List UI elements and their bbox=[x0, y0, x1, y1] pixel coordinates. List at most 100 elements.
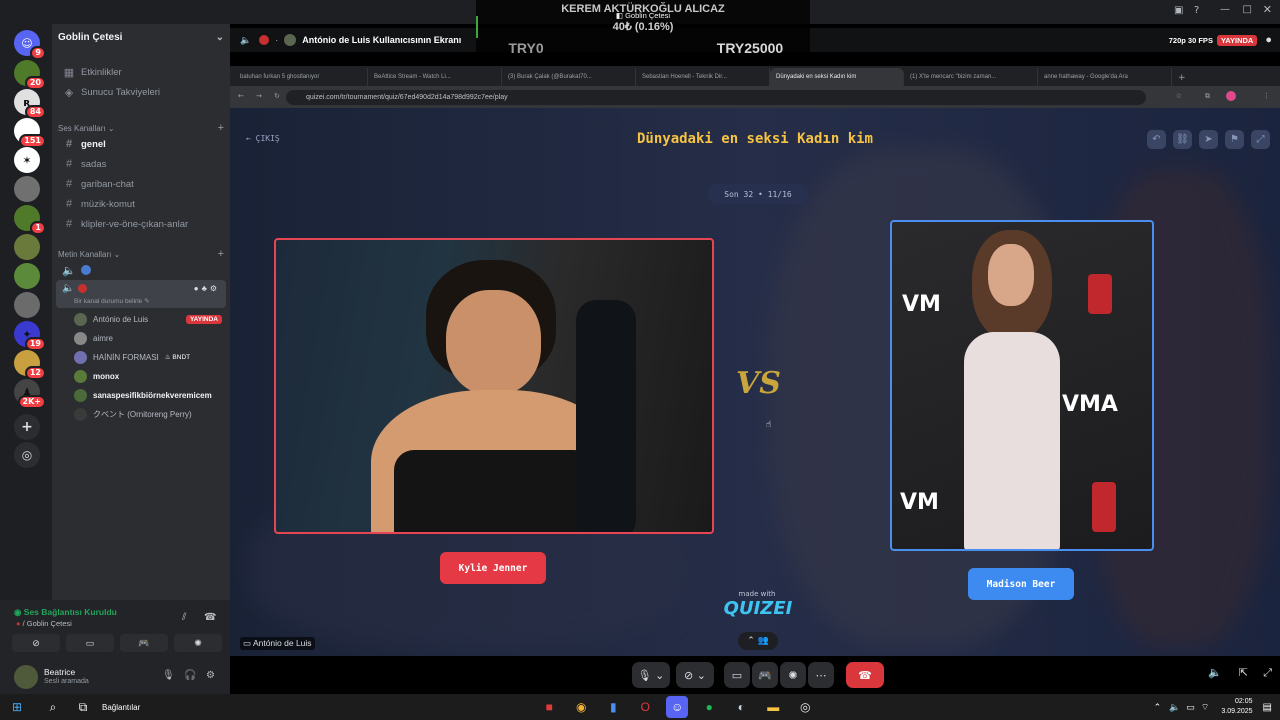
chrome-icon[interactable]: ◉ bbox=[570, 696, 592, 718]
connection-location[interactable]: ● / Goblin Çetesi bbox=[16, 619, 72, 628]
extensions-icon[interactable]: ⧉ bbox=[1205, 92, 1210, 101]
more-options-button[interactable]: ⋯ bbox=[808, 662, 834, 688]
text-category[interactable]: Metin Kanalları ⌄ + bbox=[58, 248, 224, 260]
add-channel-icon[interactable]: + bbox=[218, 122, 224, 134]
voice-user[interactable]: aimre bbox=[74, 329, 222, 347]
channel-muzik-komut[interactable]: # müzik-komut bbox=[58, 194, 224, 214]
browser-tab[interactable]: anne hathaway - Google'da Ara bbox=[1038, 68, 1172, 86]
server-icon[interactable]: 12 bbox=[14, 350, 46, 380]
voice-user[interactable]: António de Luis YAYINDA bbox=[74, 310, 222, 328]
volume-icon[interactable]: 🔈 bbox=[1208, 666, 1222, 679]
disconnect-icon[interactable]: ☎ bbox=[204, 612, 216, 623]
participants-toggle[interactable]: ⌃ 👥 bbox=[738, 632, 778, 650]
inbox-icon[interactable]: ▣ bbox=[1174, 5, 1188, 19]
explore-icon[interactable]: ◎ bbox=[14, 442, 40, 468]
menu-icon[interactable]: ⋮ bbox=[1263, 92, 1270, 100]
channel-sadas[interactable]: # sadas bbox=[58, 154, 224, 174]
fullscreen-icon[interactable]: ⤢ bbox=[1263, 666, 1272, 680]
discord-icon[interactable]: ☺ bbox=[666, 696, 689, 718]
tray-chevron-icon[interactable]: ⌃ bbox=[1154, 702, 1162, 713]
activity-button[interactable]: 🎮 bbox=[752, 662, 778, 688]
voice-channel-1[interactable]: 🔈 bbox=[58, 260, 224, 280]
screen-share-button[interactable]: ▭ bbox=[724, 662, 750, 688]
chat-icon[interactable]: ● bbox=[1265, 34, 1272, 46]
url-bar[interactable]: quizei.com/tr/tournament/quiz/67ed490d2d… bbox=[286, 89, 1146, 105]
file-icon[interactable]: ▮ bbox=[602, 696, 624, 718]
activity-button[interactable]: 🎮 bbox=[120, 634, 168, 652]
microphone-icon[interactable]: 🎙 bbox=[162, 670, 175, 681]
server-icon[interactable]: ʀ 84 bbox=[14, 89, 46, 119]
server-icon[interactable]: 20 bbox=[14, 60, 46, 90]
server-icon[interactable]: 151 bbox=[14, 118, 46, 148]
add-channel-icon[interactable]: + bbox=[218, 248, 224, 260]
popout-icon[interactable]: ⇱ bbox=[1239, 666, 1248, 679]
channel-status[interactable]: Bir kanal durumu belirle ✎ bbox=[74, 297, 150, 305]
channel-klipler[interactable]: # klipler-ve-öne-çıkan-anlar bbox=[58, 214, 224, 234]
camera-button[interactable]: ⊘ ⌄ bbox=[676, 662, 714, 688]
channel-actions[interactable]: ●♣⚙ bbox=[194, 284, 220, 293]
server-icon[interactable]: ♟ 2K+ bbox=[14, 379, 46, 409]
browser-tab[interactable]: (3) Burak Çalak (@Burakat70... bbox=[502, 68, 636, 86]
notification-icon[interactable]: ▤ bbox=[1263, 702, 1272, 713]
events-link[interactable]: ▦ Etkinlikler bbox=[58, 62, 224, 82]
soundboard-button[interactable]: ✺ bbox=[174, 634, 222, 652]
steam-icon[interactable]: ◐ bbox=[730, 696, 752, 718]
folder-icon[interactable]: ▬ bbox=[762, 696, 784, 718]
server-header[interactable]: Goblin Çetesi ⌄ bbox=[58, 32, 224, 43]
browser-tab-active[interactable]: Dünyadaki en seksi Kadın kim bbox=[770, 68, 904, 86]
maximize-icon[interactable]: □ bbox=[1243, 4, 1252, 15]
noise-suppression-icon[interactable]: ⫽ bbox=[182, 612, 186, 623]
right-choice-button[interactable]: Madison Beer bbox=[968, 568, 1074, 600]
server-icon[interactable] bbox=[14, 292, 40, 318]
leave-call-button[interactable]: ☎ bbox=[846, 662, 884, 688]
left-choice-card[interactable] bbox=[274, 238, 714, 534]
taskbar-clock[interactable]: 02:05 3.09.2025 bbox=[1221, 697, 1252, 717]
browser-tab[interactable]: Sebastian Hoenell - Teknik Dir... bbox=[636, 68, 770, 86]
browser-tab[interactable]: batuhan furkan 5 ghostlanıyor bbox=[234, 68, 368, 86]
start-icon[interactable]: ⊞ bbox=[6, 696, 28, 718]
browser-tab[interactable]: (1) X'te mencarc "bizim zaman... bbox=[904, 68, 1038, 86]
voice-category[interactable]: Ses Kanalları ⌄ + bbox=[58, 122, 224, 134]
star-icon[interactable]: ☆ bbox=[1176, 92, 1182, 100]
microphone-button[interactable]: 🎙 ⌄ bbox=[632, 662, 670, 688]
server-icon[interactable]: ✦ 19 bbox=[14, 321, 46, 351]
voice-user[interactable]: HAİNİN FORMASI ♨ BNDT bbox=[74, 348, 222, 366]
fullscreen-icon[interactable]: ⤢ bbox=[1251, 130, 1270, 149]
add-server-icon[interactable]: + bbox=[14, 414, 40, 440]
close-icon[interactable]: ✕ bbox=[1263, 3, 1272, 16]
server-icon[interactable]: 1 bbox=[14, 205, 46, 235]
forward-icon[interactable]: → bbox=[256, 92, 262, 100]
reload-icon[interactable]: ↻ bbox=[274, 92, 280, 100]
flag-icon[interactable]: ⚑ bbox=[1225, 130, 1244, 149]
camera-off-button[interactable]: ⊘ bbox=[12, 634, 60, 652]
profile-icon[interactable] bbox=[1226, 91, 1236, 101]
server-icon[interactable] bbox=[14, 234, 40, 260]
new-tab-icon[interactable]: + bbox=[1178, 73, 1186, 83]
settings-icon[interactable]: ⚙ bbox=[206, 670, 215, 681]
screen-share-button[interactable]: ▭ bbox=[66, 634, 114, 652]
voice-user[interactable]: sanaspesifikbiörnekveremicem bbox=[74, 386, 222, 404]
headphones-icon[interactable]: 🎧 bbox=[184, 670, 196, 681]
right-choice-card[interactable]: VM VMA VM bbox=[890, 220, 1154, 551]
minimize-icon[interactable]: — bbox=[1220, 4, 1230, 15]
channel-gariban-chat[interactable]: # gariban-chat bbox=[58, 174, 224, 194]
active-voice-channel[interactable]: 🔈 Bir kanal durumu belirle ✎ ●♣⚙ bbox=[56, 280, 226, 308]
network-icon[interactable]: ▭ bbox=[1186, 702, 1195, 713]
spotify-icon[interactable]: ● bbox=[698, 696, 720, 718]
avatar[interactable] bbox=[14, 665, 38, 689]
search-icon[interactable]: ⌕ bbox=[42, 696, 64, 718]
voice-user[interactable]: クベント (Ornitoreng Perry) bbox=[74, 405, 222, 423]
server-icon[interactable]: ✶ bbox=[14, 147, 40, 173]
taskbar-label[interactable]: Bağlantılar bbox=[102, 703, 140, 712]
back-icon[interactable]: ← bbox=[238, 92, 244, 100]
channel-genel[interactable]: # genel bbox=[58, 134, 224, 154]
undo-icon[interactable]: ↶ bbox=[1147, 130, 1166, 149]
obs-icon[interactable]: ◎ bbox=[794, 696, 816, 718]
connection-status[interactable]: ◉ Ses Bağlantısı Kuruldu bbox=[14, 607, 117, 618]
browser-tab[interactable]: BeAttice Stream - Watch Li... bbox=[368, 68, 502, 86]
server-icon[interactable] bbox=[14, 263, 40, 289]
opera-icon[interactable]: O bbox=[634, 696, 656, 718]
send-icon[interactable]: ➤ bbox=[1199, 130, 1218, 149]
discord-home-icon[interactable]: ☺ 9 bbox=[14, 30, 46, 60]
volume-icon[interactable]: 🔈 bbox=[1169, 702, 1180, 713]
